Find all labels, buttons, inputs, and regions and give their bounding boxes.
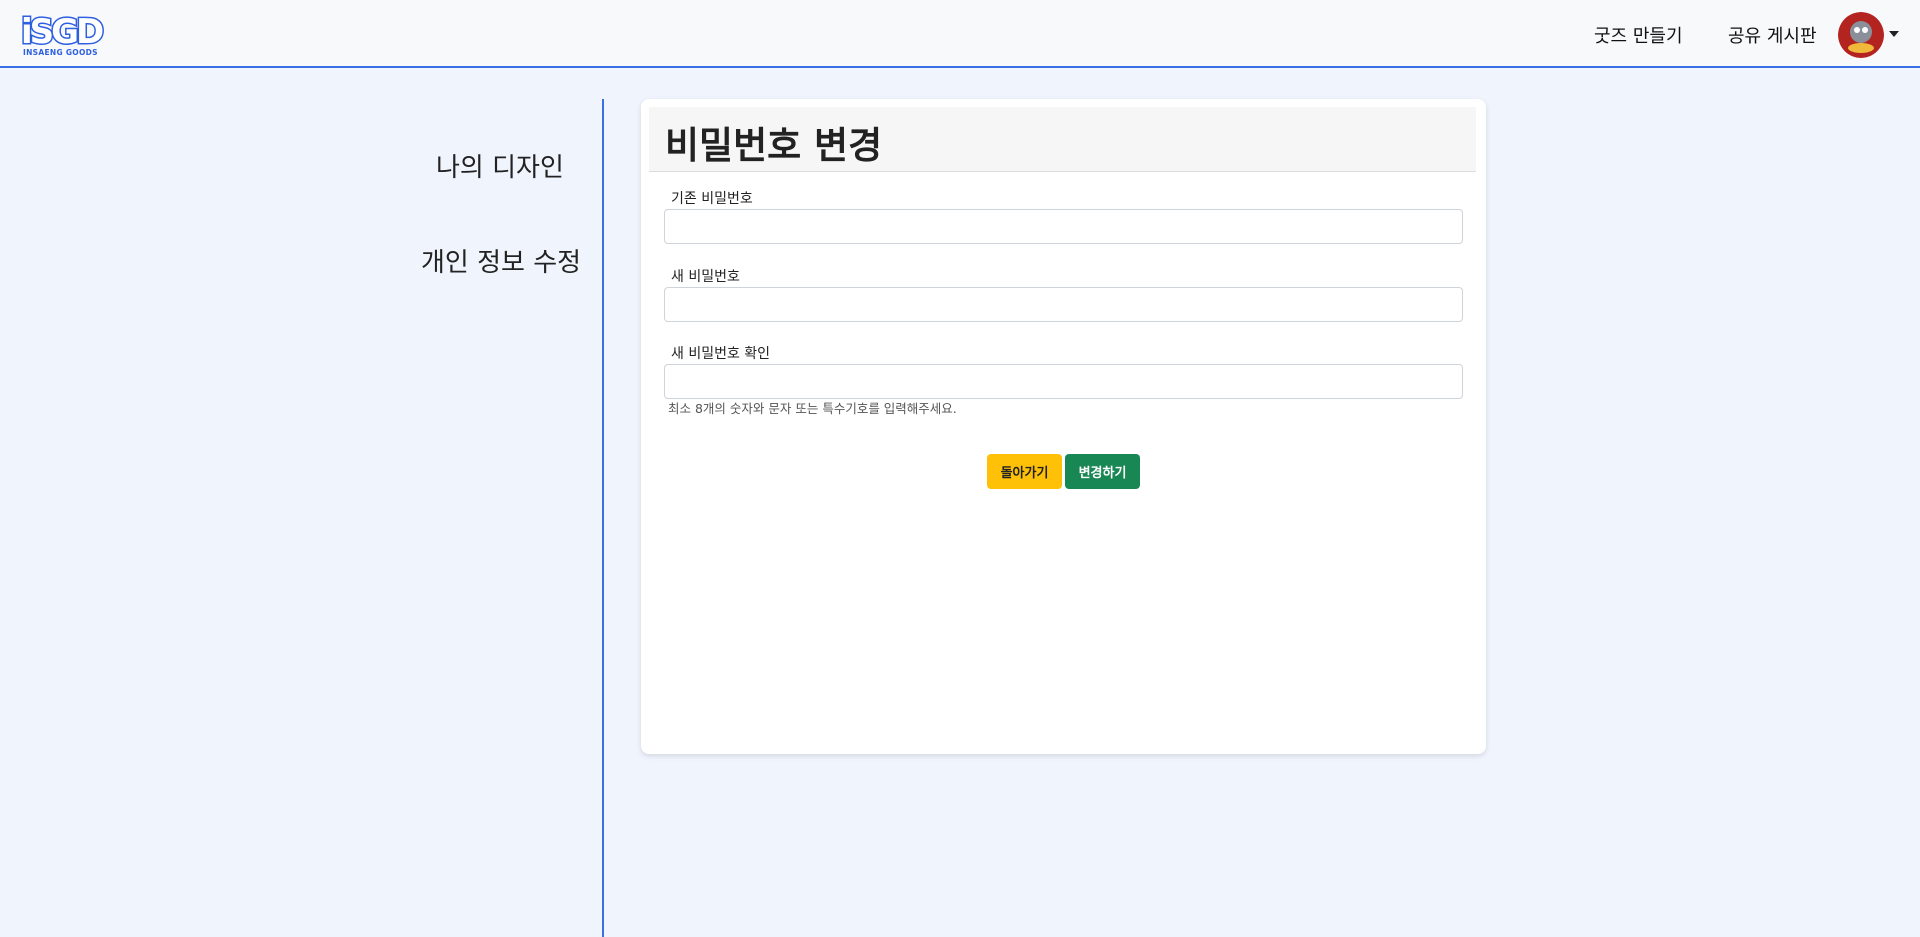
isgd-logo[interactable]: iSGD INSAENG GOODS [20, 9, 116, 59]
new-password-label: 새 비밀번호 [671, 269, 740, 285]
password-change-card: 비밀번호 변경 기존 비밀번호 새 비밀번호 새 비밀번호 확인 최소 8개의 … [641, 99, 1486, 754]
password-helper-text: 최소 8개의 숫자와 문자 또는 특수기호를 입력해주세요. [668, 401, 957, 416]
back-button[interactable]: 돌아가기 [987, 454, 1062, 489]
confirm-password-label: 새 비밀번호 확인 [671, 346, 771, 362]
svg-text:iSGD: iSGD [21, 12, 103, 52]
sidebar-divider [602, 99, 604, 937]
sidebar-item-edit-profile[interactable]: 개인 정보 수정 [421, 242, 581, 279]
sidebar-item-my-design[interactable]: 나의 디자인 [436, 147, 564, 184]
nav-share-board[interactable]: 공유 게시판 [1728, 22, 1817, 48]
user-avatar[interactable] [1838, 12, 1884, 58]
current-password-label: 기존 비밀번호 [671, 191, 753, 207]
user-menu-caret-icon[interactable] [1889, 31, 1899, 37]
svg-text:INSAENG GOODS: INSAENG GOODS [23, 48, 98, 57]
change-password-button[interactable]: 변경하기 [1065, 454, 1140, 489]
nav-make-goods[interactable]: 굿즈 만들기 [1594, 22, 1683, 48]
current-password-input[interactable] [664, 209, 1463, 244]
confirm-password-input[interactable] [664, 364, 1463, 399]
top-navbar: iSGD INSAENG GOODS 굿즈 만들기 공유 게시판 [0, 0, 1920, 68]
card-header: 비밀번호 변경 [649, 107, 1476, 172]
new-password-input[interactable] [664, 287, 1463, 322]
page-title: 비밀번호 변경 [665, 124, 883, 167]
